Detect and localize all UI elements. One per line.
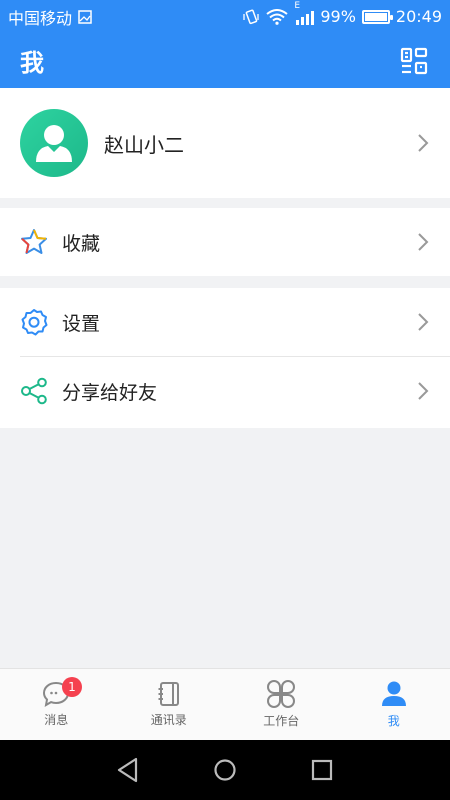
vibrate-icon [242,8,260,26]
carrier-name: 中国移动 [8,8,73,28]
bottom-nav: 1 消息 通讯录 工作台 我 [0,668,450,740]
qr-code-icon [400,47,428,74]
home-button[interactable] [205,750,245,790]
recents-square-icon [311,759,332,781]
status-bar: 中国移动 E 99% 20:49 [0,0,450,33]
nav-item-contacts[interactable]: 通讯录 [113,669,226,740]
app-header: 我 [0,33,450,88]
battery-fill [364,12,387,21]
qr-code-button[interactable] [398,45,430,77]
user-avatar-icon [36,125,72,162]
nav-label-messages: 消息 [44,713,69,727]
nav-item-me[interactable]: 我 [338,669,450,740]
settings-label: 设置 [62,312,101,335]
unread-badge: 1 [62,677,82,697]
nav-label-contacts: 通讯录 [150,713,187,727]
clock-time: 20:49 [395,7,442,26]
favorites-label: 收藏 [62,232,101,255]
nav-label-workbench: 工作台 [263,714,300,728]
menu-item-settings[interactable]: 设置 [0,288,450,356]
back-button[interactable] [108,750,148,790]
signal-icon: E [294,1,315,25]
network-type: E [294,0,301,11]
profile-name: 赵山小二 [104,132,184,157]
back-triangle-icon [118,757,138,783]
share-icon [20,377,48,405]
avatar [20,109,88,177]
profile-person-icon [381,681,406,706]
nav-label-me: 我 [387,714,400,728]
chevron-right-icon [416,381,430,401]
home-circle-icon [214,759,236,781]
star-icon [20,228,48,256]
favorites-group: 收藏 [0,208,450,276]
system-nav-bar [0,740,450,800]
menu-item-share[interactable]: 分享给好友 [0,357,450,425]
chevron-right-icon [416,232,430,252]
chevron-right-icon [416,312,430,332]
battery-icon [361,9,393,24]
settings-group: 设置 分享给好友 [0,288,450,428]
contacts-book-icon [158,682,179,706]
page-title: 我 [20,49,44,77]
status-left: 中国移动 [8,5,92,29]
menu-item-favorites[interactable]: 收藏 [0,208,450,276]
battery-percent: 99% [320,7,356,26]
image-icon [78,9,92,24]
recents-button[interactable] [302,750,342,790]
gear-icon [20,308,48,336]
share-label: 分享给好友 [62,381,158,404]
workbench-grid-icon [267,680,296,708]
profile-card[interactable]: 赵山小二 [0,88,450,198]
status-right: E 99% 20:49 [242,1,442,26]
wifi-icon [266,8,288,25]
nav-item-messages[interactable]: 1 消息 [0,669,113,740]
chevron-right-icon [416,133,430,153]
nav-item-workbench[interactable]: 工作台 [225,669,338,740]
